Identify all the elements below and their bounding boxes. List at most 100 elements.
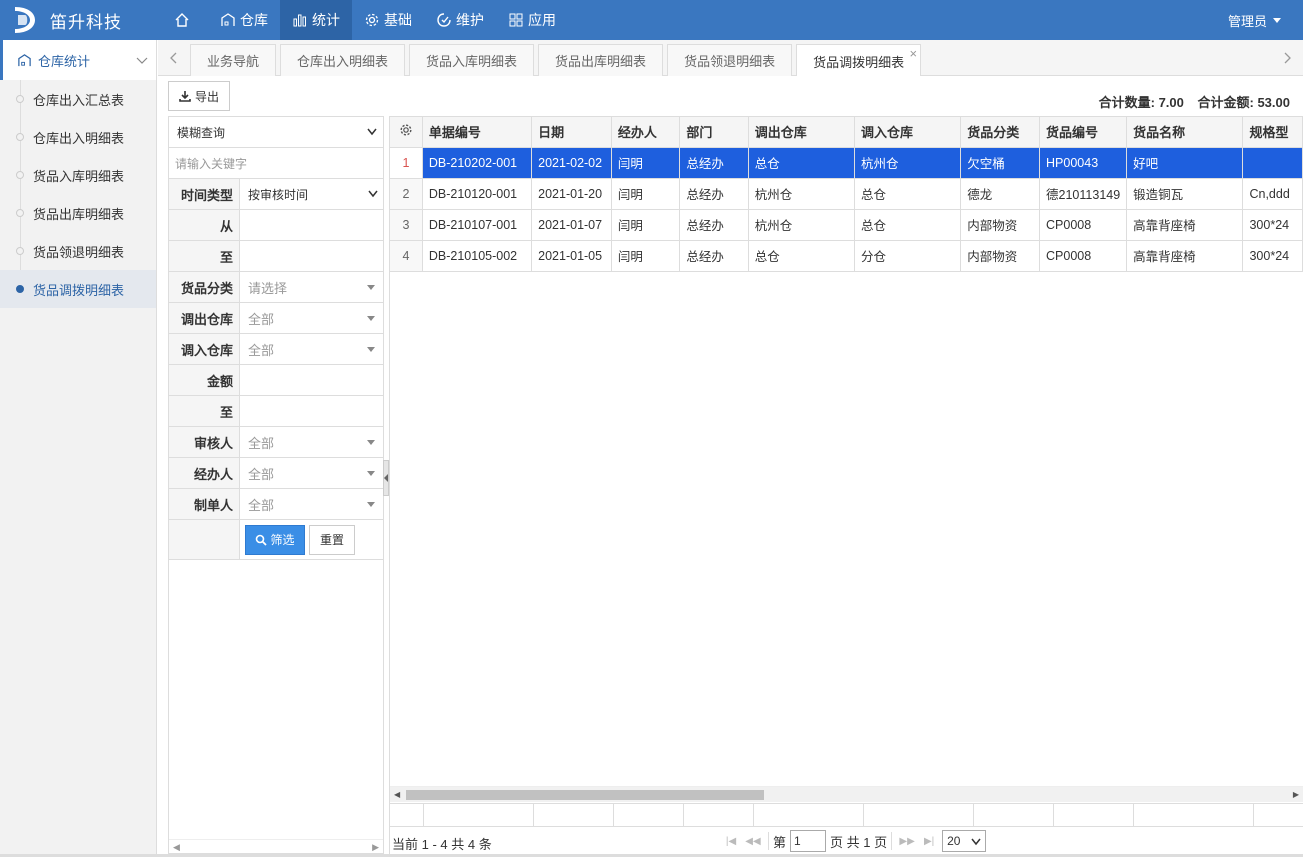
tab-warehouse-detail[interactable]: 仓库出入明细表: [280, 44, 406, 76]
tab-scroll-right-button[interactable]: [1271, 40, 1303, 76]
horizontal-scrollbar[interactable]: ◀ ▶: [390, 786, 1303, 802]
column-header[interactable]: 日期: [531, 117, 612, 148]
amount-from-input[interactable]: [240, 365, 383, 395]
warehouse-icon: [221, 13, 235, 26]
column-header[interactable]: 货品名称: [1126, 117, 1244, 148]
filter-row-amount-to: 至: [169, 396, 383, 427]
export-button[interactable]: 导出: [168, 81, 231, 111]
next-page-icon[interactable]: ▶▶: [896, 836, 918, 847]
creator-combo[interactable]: 全部: [240, 489, 383, 519]
out-warehouse-combo[interactable]: 全部: [240, 303, 383, 333]
column-header[interactable]: 部门: [679, 117, 749, 148]
table-cell: 300*24: [1242, 209, 1303, 241]
table-cell: DB-210105-002: [422, 240, 533, 272]
sidebar-item-requisition-detail[interactable]: 货品领退明细表: [0, 232, 156, 270]
tab-requisition-detail[interactable]: 货品领退明细表: [667, 44, 793, 76]
filter-button[interactable]: 筛选: [245, 524, 305, 555]
caret-down-icon: [1273, 17, 1281, 23]
nav-warehouse[interactable]: 仓库: [208, 0, 280, 40]
sidebar-item-warehouse-detail[interactable]: 仓库出入明细表: [0, 118, 156, 156]
first-page-icon[interactable]: |◀: [720, 836, 742, 847]
table-cell: 闫明: [611, 240, 681, 272]
reset-button[interactable]: 重置: [309, 524, 355, 555]
table-cell: 总经办: [679, 147, 749, 179]
table-cell: 2021-01-05: [531, 240, 612, 272]
close-icon[interactable]: ×: [910, 46, 918, 61]
column-header[interactable]: 货品分类: [960, 117, 1041, 148]
page-size-select[interactable]: 20: [942, 830, 987, 852]
column-header[interactable]: 经办人: [611, 117, 681, 148]
table-cell: 好吧: [1126, 147, 1244, 179]
column-settings-button[interactable]: [390, 117, 423, 148]
table-cell: Cn,ddd: [1242, 178, 1303, 210]
column-header[interactable]: 单据编号: [422, 117, 533, 148]
table-row[interactable]: 3 DB-210107-001 2021-01-07 闫明 总经办 杭州仓 总仓…: [390, 209, 1303, 241]
tab-inbound-detail[interactable]: 货品入库明细表: [409, 44, 535, 76]
sidebar-item-outbound-detail[interactable]: 货品出库明细表: [0, 194, 156, 232]
page-number-input[interactable]: 1: [790, 830, 827, 852]
category-combo[interactable]: 请选择: [240, 272, 383, 302]
scroll-left-icon[interactable]: ◀: [394, 790, 400, 799]
in-warehouse-combo[interactable]: 全部: [240, 334, 383, 364]
time-type-select[interactable]: 按审核时间: [240, 179, 383, 209]
sidebar-item-transfer-detail[interactable]: 货品调拨明细表: [0, 270, 156, 308]
date-to-input[interactable]: [240, 241, 383, 271]
column-header[interactable]: 调入仓库: [854, 117, 962, 148]
table-header-row: 单据编号 日期 经办人 部门 调出仓库 调入仓库 货品分类 货品编号 货品名称 …: [390, 117, 1303, 148]
nav-home[interactable]: [160, 0, 208, 40]
column-header[interactable]: 调出仓库: [748, 117, 856, 148]
bullet-icon: [16, 133, 24, 141]
totals: 合计数量: 7.00 合计金额: 53.00: [1089, 92, 1290, 111]
table-row[interactable]: 2 DB-210120-001 2021-01-20 闫明 总经办 杭州仓 总仓…: [390, 178, 1303, 210]
data-table: 单据编号 日期 经办人 部门 调出仓库 调入仓库 货品分类 货品编号 货品名称 …: [390, 117, 1303, 272]
last-page-icon[interactable]: ▶|: [918, 836, 940, 847]
amount-to-input[interactable]: [240, 396, 383, 426]
sidebar-item-inbound-detail[interactable]: 货品入库明细表: [0, 156, 156, 194]
prev-page-icon[interactable]: ◀◀: [742, 836, 764, 847]
filter-row-time-type: 时间类型 按审核时间: [169, 179, 383, 210]
auditor-combo[interactable]: 全部: [240, 427, 383, 457]
bar-chart-icon: [293, 14, 306, 27]
keyword-input[interactable]: 请输入关键字: [169, 148, 383, 179]
sidebar-item-warehouse-summary[interactable]: 仓库出入汇总表: [0, 80, 156, 118]
filter-scrollbar[interactable]: ◀ ▶: [169, 839, 383, 853]
row-number: 2: [390, 178, 423, 210]
data-grid: 单据编号 日期 经办人 部门 调出仓库 调入仓库 货品分类 货品编号 货品名称 …: [389, 116, 1303, 854]
tab-business-nav[interactable]: 业务导航: [190, 44, 277, 76]
date-from-input[interactable]: [240, 210, 383, 240]
logo: 笛升科技: [12, 4, 122, 36]
scrollbar-thumb[interactable]: [406, 790, 764, 800]
column-header[interactable]: 规格型: [1242, 117, 1303, 148]
table-cell: DB-210120-001: [422, 178, 533, 210]
column-header[interactable]: 货品编号: [1039, 117, 1128, 148]
sidebar-list: 仓库出入汇总表 仓库出入明细表 货品入库明细表 货品出库明细表 货品领退明细表 …: [0, 80, 156, 308]
table-row[interactable]: 4 DB-210105-002 2021-01-05 闫明 总经办 总仓 分仓 …: [390, 240, 1303, 272]
tab-transfer-detail[interactable]: 货品调拨明细表 ×: [796, 44, 922, 77]
home-icon: [175, 13, 189, 27]
toolbar: 导出 合计数量: 7.00 合计金额: 53.00: [158, 76, 1303, 116]
sidebar-group-header[interactable]: 仓库统计: [0, 40, 156, 80]
table-cell: 内部物资: [960, 240, 1041, 272]
handler-combo[interactable]: 全部: [240, 458, 383, 488]
table-cell: 总仓: [748, 240, 856, 272]
tab-scroll-left-button[interactable]: [158, 40, 190, 76]
filter-row-date-from: 从: [169, 210, 383, 241]
table-row[interactable]: 1 DB-210202-001 2021-02-02 闫明 总经办 总仓 杭州仓…: [390, 147, 1303, 179]
nav-stats[interactable]: 统计: [280, 0, 352, 40]
scroll-right-icon[interactable]: ▶: [1293, 790, 1299, 799]
filter-row-out-warehouse: 调出仓库 全部: [169, 303, 383, 334]
tab-outbound-detail[interactable]: 货品出库明细表: [538, 44, 664, 76]
brand-name: 笛升科技: [50, 12, 122, 32]
caret-down-icon: [367, 471, 375, 476]
fuzzy-query-select[interactable]: 模糊查询: [169, 117, 383, 148]
table-cell: CP0008: [1039, 240, 1128, 272]
table-cell: DB-210202-001: [422, 147, 533, 179]
pagination: 当前 1 - 4 共 4 条 |◀ ◀◀ 第 1 页 共 1 页 ▶▶ ▶| 2…: [390, 826, 1303, 854]
nav-maintain[interactable]: 维护: [424, 0, 496, 40]
table-cell: CP0008: [1039, 209, 1128, 241]
table-cell: 总仓: [854, 178, 962, 210]
nav-basic[interactable]: 基础: [352, 0, 424, 40]
bullet-icon: [16, 285, 24, 293]
user-menu[interactable]: 管理员: [1228, 0, 1281, 40]
nav-apps[interactable]: 应用: [496, 0, 568, 40]
